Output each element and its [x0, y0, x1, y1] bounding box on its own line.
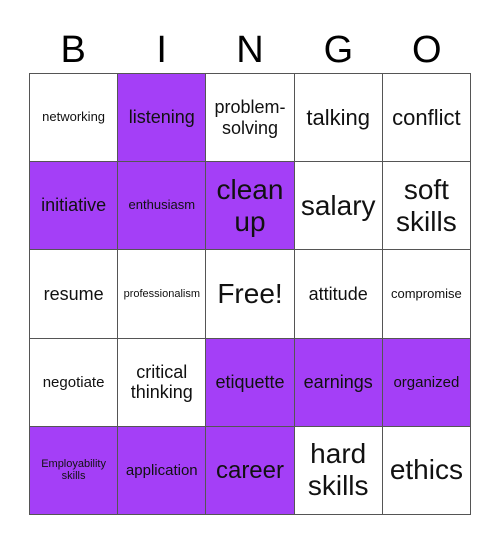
bingo-cell[interactable]: critical thinking	[118, 338, 207, 427]
header-letter-g: G	[323, 29, 354, 71]
cell-label: career	[215, 456, 284, 484]
cell-label: listening	[128, 107, 195, 128]
bingo-cell[interactable]: negotiate	[30, 338, 119, 427]
cell-label: ethics	[389, 454, 463, 486]
cell-label: hard skills	[307, 438, 369, 502]
cell-label: salary	[300, 189, 376, 221]
cell-label: conflict	[392, 104, 461, 130]
bingo-cell[interactable]: talking	[294, 74, 383, 163]
header-letter-n: N	[236, 29, 264, 71]
header-letter-b: B	[60, 29, 86, 71]
bingo-header: B I N G O	[29, 30, 471, 70]
cell-label: networking	[42, 109, 106, 125]
cell-label: problem-solving	[214, 96, 286, 138]
bingo-cell[interactable]: compromise	[382, 250, 471, 339]
bingo-cell[interactable]: problem-solving	[206, 74, 295, 163]
bingo-cell[interactable]: attitude	[294, 250, 383, 339]
header-letter-o: O	[412, 29, 442, 71]
cell-label: organized	[393, 373, 460, 391]
cell-label: etiquette	[215, 371, 285, 392]
bingo-cell[interactable]: salary	[294, 162, 383, 251]
header-letter-i: I	[156, 29, 167, 71]
bingo-cell[interactable]: resume	[30, 250, 119, 339]
bingo-card: networking listening problem-solving talkin…	[29, 73, 471, 515]
cell-label: resume	[43, 283, 104, 304]
cell-label: application	[125, 461, 198, 479]
cell-label: compromise	[390, 285, 462, 301]
free-space-cell[interactable]: Free!	[206, 250, 295, 339]
bingo-cell[interactable]: soft skills	[382, 162, 471, 251]
bingo-cell[interactable]: conflict	[382, 74, 471, 163]
bingo-cell[interactable]: listening	[118, 74, 207, 163]
bingo-cell[interactable]: enthusiasm	[118, 162, 207, 251]
bingo-cell[interactable]: hard skills	[294, 426, 383, 515]
cell-label: professionalism	[123, 287, 200, 300]
bingo-cell[interactable]: initiative	[30, 162, 119, 251]
cell-label: enthusiasm	[128, 197, 196, 213]
bingo-cell[interactable]: Employability skills	[30, 426, 119, 515]
cell-label: Free!	[217, 277, 283, 309]
cell-label: clean up	[216, 173, 284, 237]
bingo-cell[interactable]: ethics	[382, 426, 471, 515]
cell-label: Employability skills	[41, 457, 106, 483]
cell-label: soft skills	[396, 173, 457, 237]
cell-label: talking	[306, 104, 370, 130]
cell-label: earnings	[303, 371, 373, 392]
bingo-cell[interactable]: networking	[30, 74, 119, 163]
bingo-cell[interactable]: clean up	[206, 162, 295, 251]
bingo-cell[interactable]: earnings	[294, 338, 383, 427]
bingo-cell[interactable]: professionalism	[118, 250, 207, 339]
bingo-cell[interactable]: career	[206, 426, 295, 515]
bingo-cell[interactable]: etiquette	[206, 338, 295, 427]
cell-label: attitude	[308, 283, 368, 304]
cell-label: critical thinking	[130, 361, 193, 403]
cell-label: initiative	[41, 195, 107, 216]
bingo-cell[interactable]: organized	[382, 338, 471, 427]
cell-label: negotiate	[42, 373, 105, 391]
bingo-cell[interactable]: application	[118, 426, 207, 515]
